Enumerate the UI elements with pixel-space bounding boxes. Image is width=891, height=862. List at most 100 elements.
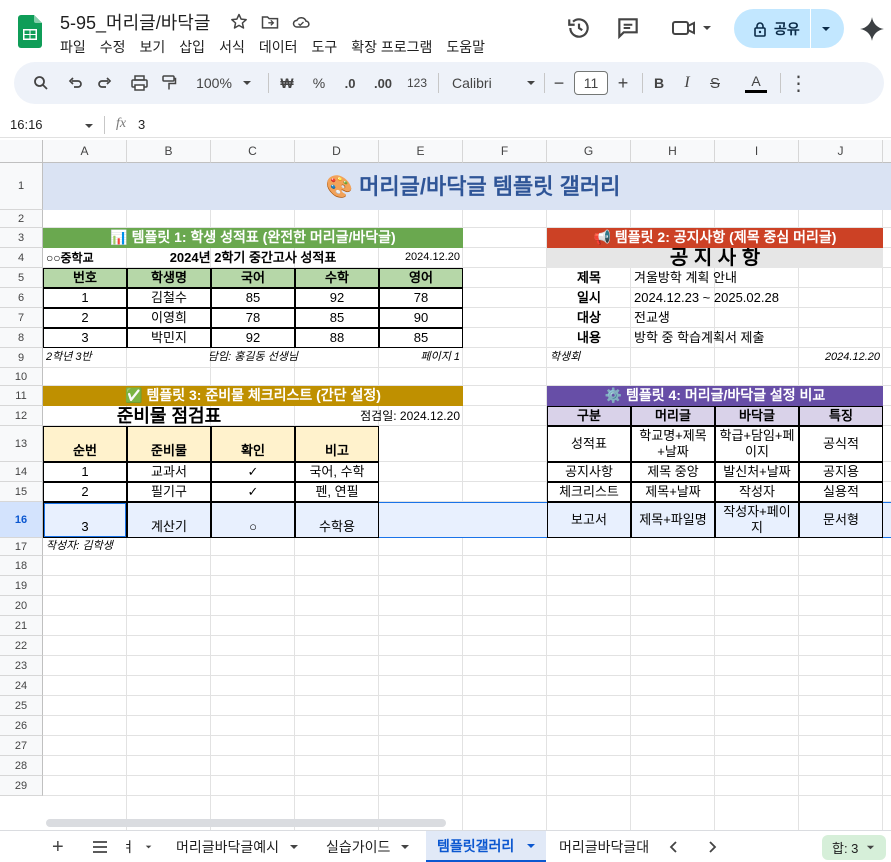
column-header-G[interactable]: G: [547, 140, 631, 163]
history-icon[interactable]: [566, 15, 592, 41]
t2-label-cell[interactable]: 제목: [547, 268, 631, 288]
t1-data-cell[interactable]: 박민지: [127, 328, 211, 348]
t1-header-cell[interactable]: 번호: [43, 268, 127, 288]
print-icon[interactable]: [126, 62, 152, 104]
t1-data-cell[interactable]: 1: [43, 288, 127, 308]
t3-data-cell[interactable]: 수학용: [295, 502, 379, 538]
column-header-I[interactable]: I: [715, 140, 799, 163]
t4-data-cell[interactable]: 실용적: [799, 482, 883, 502]
formula-input[interactable]: 3: [138, 117, 145, 132]
t3-header-cell[interactable]: 확인: [211, 426, 295, 462]
strikethrough-button[interactable]: S: [706, 62, 724, 104]
italic-button[interactable]: I: [678, 62, 696, 104]
t4-data-cell[interactable]: 문서형: [799, 502, 883, 538]
t4-header-cell[interactable]: 바닥글: [715, 406, 799, 426]
row-header-11[interactable]: 11: [0, 386, 43, 406]
t4-data-cell[interactable]: 제목+파일명: [631, 502, 715, 538]
undo-icon[interactable]: [62, 62, 88, 104]
scroll-tabs-left-icon[interactable]: [668, 841, 680, 853]
column-header-A[interactable]: A: [43, 140, 127, 163]
menu-help[interactable]: 도움말: [446, 37, 485, 57]
t2-footer-right[interactable]: 2024.12.20: [799, 348, 883, 368]
scroll-tabs-right-icon[interactable]: [706, 841, 718, 853]
t3-data-cell[interactable]: 교과서: [127, 462, 211, 482]
t1-data-cell[interactable]: 3: [43, 328, 127, 348]
menu-insert[interactable]: 삽입: [179, 37, 205, 57]
row-header-13[interactable]: 13: [0, 426, 43, 462]
row-header-25[interactable]: 25: [0, 696, 43, 716]
sheet-tab-header-footer-more[interactable]: 머리글바닥글대: [559, 831, 653, 862]
more-options-icon[interactable]: ⋮: [789, 62, 809, 104]
paint-format-icon[interactable]: [156, 62, 182, 104]
bold-button[interactable]: B: [650, 62, 668, 104]
column-header-C[interactable]: C: [211, 140, 295, 163]
t2-label-cell[interactable]: 대상: [547, 308, 631, 328]
t3-data-cell[interactable]: 필기구: [127, 482, 211, 502]
t4-title-bar[interactable]: ⚙️ 템플릿 4: 머리글/바닥글 설정 비교: [547, 386, 883, 406]
t1-data-cell[interactable]: 2: [43, 308, 127, 328]
row-header-22[interactable]: 22: [0, 636, 43, 656]
t4-data-cell[interactable]: 공지용: [799, 462, 883, 482]
name-box-dropdown-icon[interactable]: [84, 121, 94, 131]
row-header-29[interactable]: 29: [0, 776, 43, 796]
row-header-1[interactable]: 1: [0, 163, 43, 210]
t4-data-cell[interactable]: 발신처+날짜: [715, 462, 799, 482]
column-header-J[interactable]: J: [799, 140, 883, 163]
row-header-26[interactable]: 26: [0, 716, 43, 736]
row-header-19[interactable]: 19: [0, 576, 43, 596]
t1-header-cell[interactable]: 국어: [211, 268, 295, 288]
share-dropdown-icon[interactable]: [820, 23, 832, 35]
row-header-5[interactable]: 5: [0, 268, 43, 288]
t3-header-cell[interactable]: 준비물: [127, 426, 211, 462]
row-header-12[interactable]: 12: [0, 406, 43, 426]
t4-data-cell[interactable]: 제목+날짜: [631, 482, 715, 502]
t1-data-cell[interactable]: 이영희: [127, 308, 211, 328]
row-header-16[interactable]: 16: [0, 502, 43, 538]
menu-extensions[interactable]: 확장 프로그램: [351, 37, 432, 57]
t1-heading[interactable]: 2024년 2학기 중간고사 성적표: [127, 248, 379, 268]
font-family-select[interactable]: Calibri: [448, 62, 538, 104]
row-header-17[interactable]: 17: [0, 538, 43, 556]
t1-footer-left[interactable]: 2학년 3반: [43, 348, 127, 368]
t1-data-cell[interactable]: 85: [295, 308, 379, 328]
row-header-27[interactable]: 27: [0, 736, 43, 756]
t3-data-cell[interactable]: 계산기: [127, 502, 211, 538]
text-color-button[interactable]: A: [742, 62, 770, 104]
t1-data-cell[interactable]: 78: [379, 288, 463, 308]
sheet-tab-header-footer-example[interactable]: 머리글바닥글예시: [176, 831, 299, 862]
document-title[interactable]: 5-95_머리글/바닥글: [60, 9, 210, 35]
t3-data-cell[interactable]: 2: [43, 482, 127, 502]
column-header-B[interactable]: B: [127, 140, 211, 163]
t1-header-cell[interactable]: 영어: [379, 268, 463, 288]
t4-data-cell[interactable]: 체크리스트: [547, 482, 631, 502]
t3-data-cell[interactable]: ○: [211, 502, 295, 538]
star-icon[interactable]: [229, 12, 249, 32]
row-header-28[interactable]: 28: [0, 756, 43, 776]
column-header-next[interactable]: [883, 140, 891, 163]
t4-data-cell[interactable]: 공식적: [799, 426, 883, 462]
t1-school-name[interactable]: ○○중학교: [43, 248, 127, 268]
gemini-spark-icon[interactable]: [859, 16, 885, 42]
t3-data-cell[interactable]: ✓: [211, 482, 295, 502]
t2-value-cell[interactable]: 방학 중 학습계획서 제출: [631, 328, 883, 348]
t4-header-cell[interactable]: 구분: [547, 406, 631, 426]
redo-icon[interactable]: [92, 62, 118, 104]
t4-data-cell[interactable]: 학급+담임+페이지: [715, 426, 799, 462]
t3-date[interactable]: 점검일: 2024.12.20: [295, 406, 463, 426]
sheet-tab-truncated[interactable]: ㅕ: [122, 831, 152, 862]
cloud-saved-icon[interactable]: [291, 12, 311, 32]
horizontal-scrollbar[interactable]: [46, 819, 446, 827]
share-button[interactable]: 공유: [734, 9, 844, 48]
t3-header-cell[interactable]: 순번: [43, 426, 127, 462]
row-header-4[interactable]: 4: [0, 248, 43, 268]
currency-format-button[interactable]: ₩: [276, 62, 298, 104]
comment-icon[interactable]: [615, 15, 641, 41]
menu-edit[interactable]: 수정: [100, 37, 126, 57]
row-header-7[interactable]: 7: [0, 308, 43, 328]
t3-data-cell[interactable]: 3: [43, 502, 127, 538]
t4-data-cell[interactable]: 보고서: [547, 502, 631, 538]
column-header-H[interactable]: H: [631, 140, 715, 163]
t4-data-cell[interactable]: 작성자: [715, 482, 799, 502]
increase-decimal-button[interactable]: .00: [368, 62, 398, 104]
t1-data-cell[interactable]: 92: [295, 288, 379, 308]
